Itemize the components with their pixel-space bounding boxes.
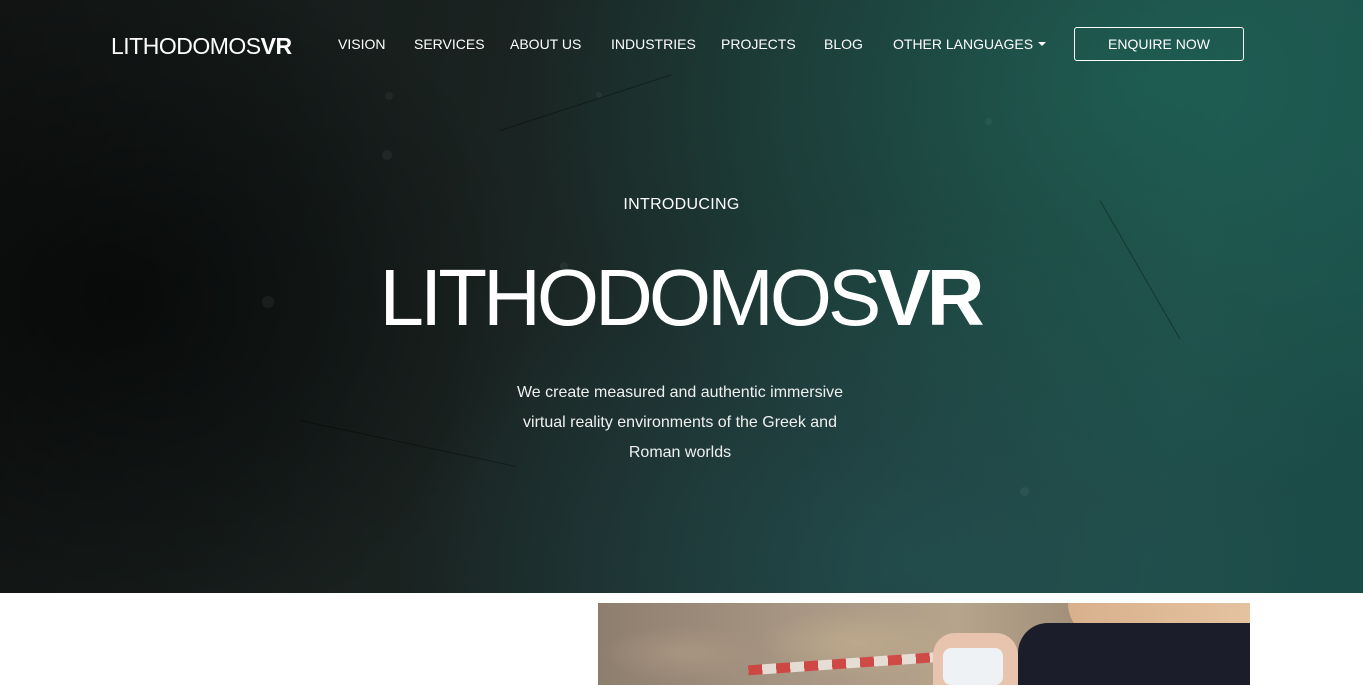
nav-item-vision[interactable]: VISION [338,34,385,54]
nav-item-blog[interactable]: BLOG [824,34,863,54]
texture-speck [382,150,392,160]
nav-item-services[interactable]: SERVICES [414,34,485,54]
logo-light-text: LITHODOMOS [111,33,261,59]
photo-camera [943,648,1003,685]
hero-eyebrow: INTRODUCING [623,196,740,213]
texture-speck [985,118,992,125]
feature-photo [598,603,1250,685]
caret-down-icon [1038,42,1047,47]
texture-speck [1020,487,1029,496]
site-logo[interactable]: LITHODOMOSVR [111,33,292,59]
texture-speck [385,92,393,100]
enquire-now-button[interactable]: ENQUIRE NOW [1074,27,1244,61]
tagline-line: We create measured and authentic immersi… [516,384,844,401]
tagline-line: Roman worlds [628,444,732,461]
tagline-line: virtual reality environments of the Gree… [523,414,837,431]
texture-crack [499,74,672,131]
hero-title: LITHODOMOSVR [0,256,1360,340]
nav-item-industries[interactable]: INDUSTRIES [611,34,696,54]
hero-title-bold: VR [877,253,984,342]
photo-barrier-tape [747,650,959,676]
photo-headset [1018,623,1250,685]
hero-title-light: LITHODOMOS [379,253,882,342]
hero-tagline: We create measured and authentic immersi… [481,378,879,468]
logo-bold-text: VR [260,33,292,59]
nav-item-other-languages-label: OTHER LANGUAGES [893,36,1034,52]
nav-item-projects[interactable]: PROJECTS [721,34,796,54]
nav-item-about-us[interactable]: ABOUT US [510,34,581,54]
hero-section: LITHODOMOSVR VISION SERVICES ABOUT US IN… [0,0,1363,593]
nav-item-other-languages[interactable]: OTHER LANGUAGES [893,34,1047,54]
